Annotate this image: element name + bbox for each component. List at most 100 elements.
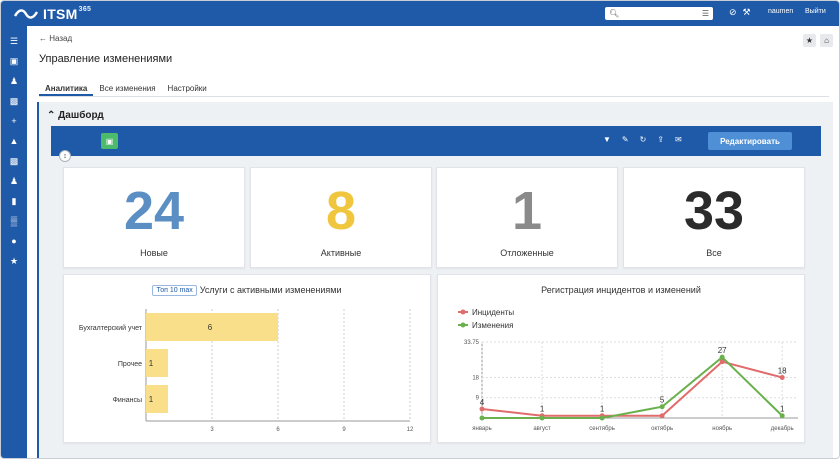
filter-icon[interactable]: ▼	[603, 135, 611, 144]
logout-link[interactable]: Выйти	[805, 8, 826, 15]
registration-line-chart: ИнцидентыИзменения91833.75январь август се…	[458, 308, 798, 432]
home-button[interactable]: ⌂	[820, 34, 833, 47]
search-input[interactable]: 🔍︎ ☰	[605, 7, 713, 20]
dashboard-title[interactable]: ⌃ Дашборд	[47, 110, 104, 121]
tab-bar: Аналитика Все изменения Настройки	[39, 81, 829, 97]
main-content: ← Назад Управление изменениями ★ ⌂ Анали…	[27, 26, 839, 458]
kpi-label: Активные	[320, 248, 362, 258]
logo-icon	[13, 8, 39, 19]
page-title: Управление изменениями	[39, 53, 173, 65]
category-label: Финансы	[113, 397, 142, 404]
services-bar-chart: 3 6 9 12 Бухгалтерский учет 6 Прочее 1 Финансы 1	[79, 309, 414, 433]
kpi-value: 8	[325, 181, 357, 241]
favorite-star-button[interactable]: ★	[803, 34, 816, 47]
user-add-icon[interactable]: ♟	[7, 74, 21, 88]
user-name[interactable]: naumen	[768, 8, 793, 15]
data-label: 5	[660, 396, 665, 405]
data-point	[539, 415, 545, 421]
kpi-label: Новые	[140, 248, 168, 258]
category-label: Прочее	[118, 361, 142, 368]
group-icon[interactable]: ▩	[7, 94, 21, 108]
kpi-value: 33	[683, 181, 745, 241]
sidebar: ☰ ▣ ♟ ▩ + ▲ ▩ ♟ ▮ ▒ ● ★	[1, 26, 27, 458]
account-circle-icon[interactable]: ●	[7, 234, 21, 248]
data-label: 4	[480, 398, 485, 407]
y-tick-label: 33.75	[464, 340, 480, 346]
data-label: 6	[208, 323, 213, 332]
legend-marker	[460, 309, 466, 315]
kpi-label: Отложенные	[500, 248, 554, 258]
data-point	[479, 415, 485, 421]
logo[interactable]: ITSM365	[13, 6, 91, 22]
data-label: 18	[778, 366, 787, 375]
data-label: 1	[149, 359, 154, 368]
kpi-value: 24	[123, 181, 185, 241]
x-tick-label: август	[533, 426, 551, 432]
expand-collapse-icon[interactable]: ↕	[59, 150, 71, 162]
tab-analytics[interactable]: Аналитика	[39, 81, 94, 96]
app-window: ITSM365 🔍︎ ☰ ⊘ ⚒ naumen Выйти ☰ ▣ ♟ ▩ + …	[0, 0, 840, 459]
x-tick-label: 12	[407, 427, 414, 433]
chart-title: Топ 10 max Услуги с активными изменениями	[64, 285, 430, 297]
export-icon[interactable]: ⇪	[657, 135, 664, 144]
kpi-card-new[interactable]: 24 Новые	[63, 167, 245, 268]
legend-marker	[460, 322, 466, 328]
back-link[interactable]: ← Назад	[39, 34, 72, 43]
data-point	[659, 404, 665, 410]
registration-line-chart-card: Регистрация инцидентов и изменений Инцид…	[437, 274, 805, 443]
x-tick-label: 9	[342, 427, 346, 433]
x-tick-label: декабрь	[771, 426, 794, 432]
data-label: 1	[780, 405, 785, 414]
x-tick-label: 3	[210, 427, 214, 433]
data-label: 1	[600, 405, 605, 414]
chart-title: Регистрация инцидентов и изменений	[541, 285, 701, 295]
data-point	[779, 374, 785, 380]
visibility-off-icon[interactable]: ⊘	[729, 7, 737, 18]
book-icon[interactable]: ▮	[7, 194, 21, 208]
data-label: 1	[149, 395, 154, 404]
team-icon[interactable]: ▩	[7, 154, 21, 168]
top-bar: ITSM365 🔍︎ ☰ ⊘ ⚒ naumen Выйти	[1, 1, 839, 26]
y-tick-label: 18	[472, 375, 479, 381]
refresh-icon[interactable]: ↻	[640, 135, 647, 144]
kpi-card-all[interactable]: 33 Все	[623, 167, 805, 268]
x-tick-label: октябрь	[651, 426, 673, 432]
kpi-card-active[interactable]: 8 Активные	[250, 167, 432, 268]
data-point	[659, 413, 665, 419]
data-point	[599, 415, 605, 421]
data-point	[719, 354, 725, 360]
x-tick-label: ноябрь	[712, 426, 732, 432]
edit-button[interactable]: Редактировать	[708, 132, 792, 150]
x-tick-label: 6	[276, 427, 280, 433]
tab-all-changes[interactable]: Все изменения	[93, 81, 161, 96]
services-bar-chart-card: Топ 10 max Услуги с активными изменениями…	[63, 274, 431, 443]
monitor-icon[interactable]: ▣	[7, 54, 21, 68]
tab-settings[interactable]: Настройки	[162, 81, 213, 96]
dashboard-panel: ⌃ Дашборд ▣ ▼ ✎ ↻ ⇪ ✉ Редактировать ↕ 24…	[37, 102, 833, 458]
kpi-value: 1	[511, 181, 543, 241]
plus-icon[interactable]: +	[7, 114, 21, 128]
kpi-card-postponed[interactable]: 1 Отложенные	[436, 167, 618, 268]
logo-text: ITSM365	[43, 5, 92, 22]
legend-entry: Изменения	[472, 321, 513, 330]
display-icon[interactable]: ▣	[101, 133, 118, 149]
dashboard-toolbar: ▣ ▼ ✎ ↻ ⇪ ✉ Редактировать	[51, 126, 821, 156]
filter-settings-icon[interactable]: ☰	[702, 7, 709, 20]
data-label: 27	[718, 346, 727, 355]
menu-icon[interactable]: ☰	[7, 34, 21, 48]
kpi-label: Все	[706, 248, 722, 258]
x-tick-label: сентябрь	[589, 426, 615, 432]
user-settings-icon[interactable]: ♟	[7, 174, 21, 188]
brush-icon[interactable]: ✎	[622, 135, 629, 144]
data-point	[479, 406, 485, 412]
legend-entry: Инциденты	[472, 308, 514, 317]
bar-chart-icon[interactable]: ▒	[7, 214, 21, 228]
hierarchy-icon[interactable]: ▲	[7, 134, 21, 148]
x-tick-label: январь	[472, 426, 491, 432]
mail-icon[interactable]: ✉	[675, 135, 682, 144]
top-10-badge[interactable]: Топ 10 max	[152, 285, 197, 297]
series-line	[481, 360, 783, 417]
star-icon[interactable]: ★	[7, 254, 21, 268]
category-label: Бухгалтерский учет	[79, 324, 143, 332]
tools-icon[interactable]: ⚒	[743, 7, 751, 18]
